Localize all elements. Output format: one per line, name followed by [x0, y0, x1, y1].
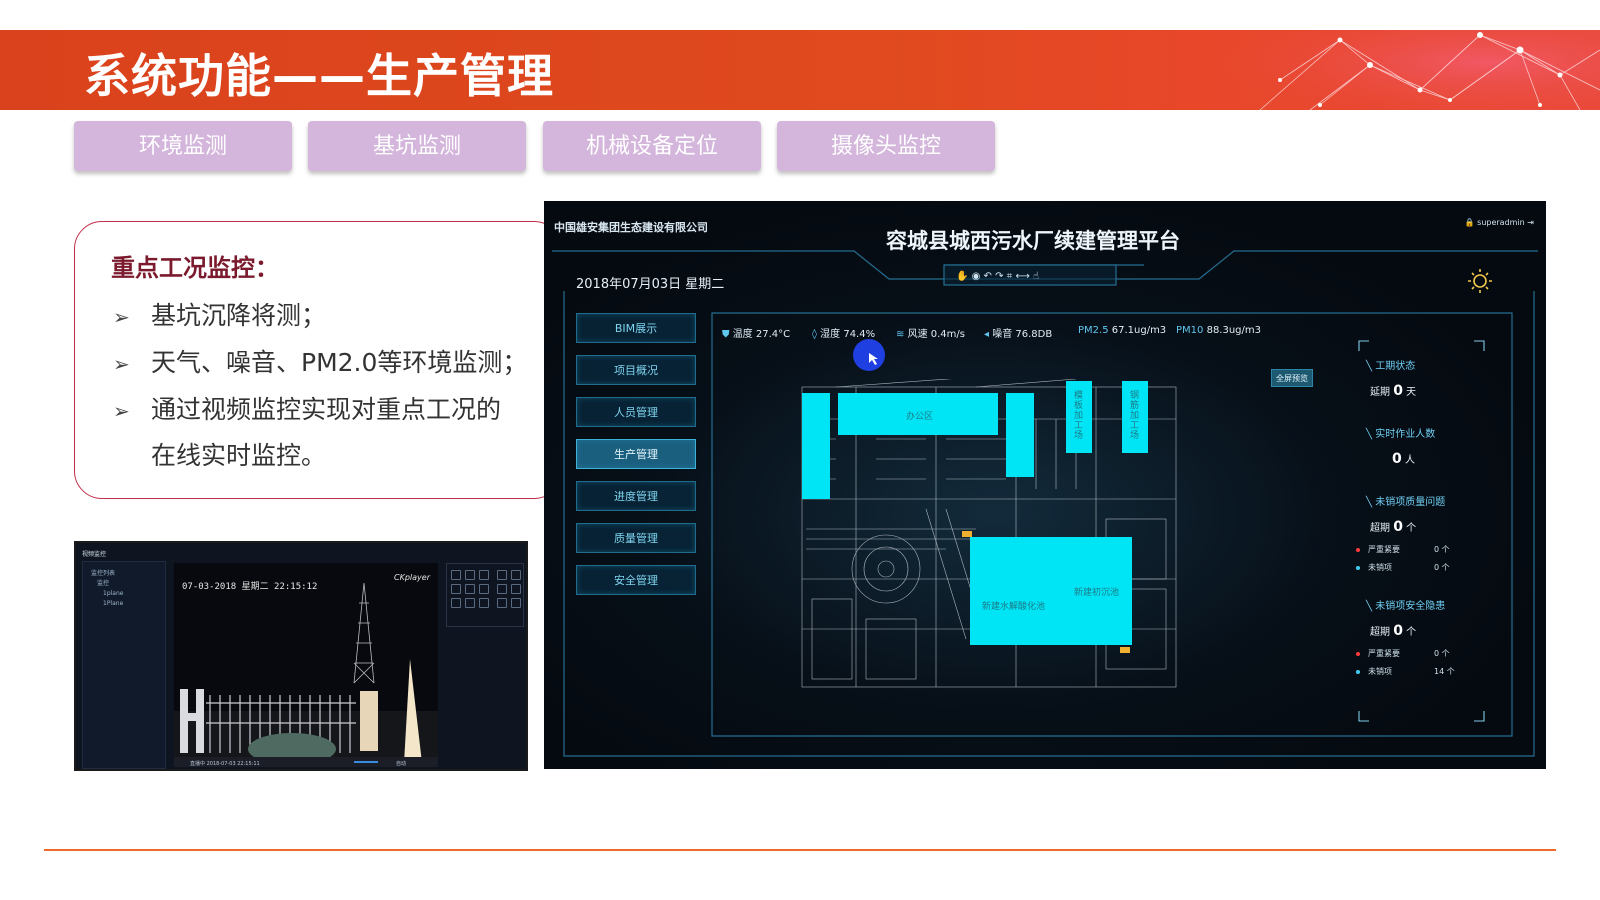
schedule-status-title: ╲ 工期状态	[1366, 361, 1416, 372]
arrow-icon: ➢	[113, 352, 130, 376]
hydrolysis-pool-label: 新建水解酸化池	[982, 602, 1046, 612]
quality-row-open: 未销项 0 个	[1356, 562, 1456, 573]
cyan-dot-icon	[1356, 565, 1360, 570]
iris-button[interactable]	[511, 598, 521, 608]
ptz-button[interactable]	[479, 598, 489, 608]
auto-quality: 自动	[396, 760, 406, 767]
ptz-button[interactable]	[451, 584, 461, 594]
ptz-button[interactable]	[479, 570, 489, 580]
tree-root[interactable]: 监控列表	[91, 568, 115, 577]
menu-progress[interactable]: 进度管理	[576, 481, 696, 511]
menu-safety[interactable]: 安全管理	[576, 565, 696, 595]
menu-project-overview[interactable]: 项目概况	[576, 355, 696, 385]
platform-title: 容城县城西污水厂续建管理平台	[886, 229, 1180, 253]
wind-icon: ≋	[896, 329, 905, 340]
thermometer-icon: ⛊	[722, 329, 730, 340]
schedule-delay: 延期 0 天	[1370, 383, 1417, 399]
tab-camera-monitoring[interactable]: 摄像头监控	[777, 121, 995, 171]
site-plan-map[interactable]: 办公区 模板加工场 钢筋加工场 新建水解酸化池 新建初沉池	[776, 379, 1186, 695]
stream-status: 直播中 2018-07-03 22:15:11	[190, 760, 260, 767]
video-monitor-screenshot: 视频监控 监控列表 监控 1plane 1Plane 07-03-2018 星期…	[74, 541, 528, 771]
zoom-button[interactable]	[497, 570, 507, 580]
ptz-button[interactable]	[465, 598, 475, 608]
user-account[interactable]: 🔒 superadmin ⇥	[1465, 218, 1534, 227]
env-pm10: PM10 88.3ug/m3	[1176, 325, 1262, 336]
building-block[interactable]	[802, 393, 830, 499]
weather-sun-icon	[1462, 269, 1490, 295]
video-device-tree: 监控列表 监控 1plane 1Plane	[82, 561, 166, 769]
building-block[interactable]	[1006, 393, 1034, 477]
arrow-icon: ➢	[113, 399, 130, 423]
card-title: 重点工况监控：	[111, 254, 279, 282]
machine-marker[interactable]	[962, 531, 972, 537]
menu-quality[interactable]: 质量管理	[576, 523, 696, 553]
slide: 系统功能——生产管理 环境监测 基坑监测 机械设备定位 摄像头监控 重点工况监控…	[0, 0, 1600, 900]
ptz-button[interactable]	[451, 570, 461, 580]
bullet-item: ➢ 天气、噪音、PM2.0等环境监测；	[113, 348, 528, 377]
cyan-dot-icon	[1356, 669, 1360, 674]
red-dot-icon	[1356, 547, 1360, 552]
ptz-control-pad	[446, 563, 524, 627]
video-player[interactable]: 07-03-2018 星期二 22:15:12 CKplayer 直播中 201…	[174, 563, 438, 767]
current-date: 2018年07月03日 星期二	[576, 277, 725, 292]
bullet-continuation: 在线实时监控。	[151, 441, 327, 470]
env-wind: ≋ 风速 0.4m/s	[896, 329, 965, 340]
red-dot-icon	[1356, 651, 1360, 656]
feature-card: 重点工况监控： ➢ 基坑沉降将测； ➢ 天气、噪音、PM2.0等环境监测； ➢ 通过视…	[74, 221, 562, 499]
env-pm25: PM2.5 67.1ug/m3	[1078, 325, 1167, 336]
menu-bim[interactable]: BIM展示	[576, 313, 696, 343]
video-panel-title: 视频监控	[82, 551, 107, 558]
header-banner: 系统功能——生产管理	[0, 30, 1600, 110]
svg-text:✋ ◉ ↶ ↷ ⌗ ⟷ ☝: ✋ ◉ ↶ ↷ ⌗ ⟷ ☝	[956, 269, 1039, 282]
network-globe-graphic	[1220, 30, 1600, 110]
footer-divider	[44, 849, 1556, 851]
env-noise: ◂ 噪音 76.8DB	[984, 329, 1053, 340]
tree-node[interactable]: 监控	[97, 578, 109, 587]
focus-button[interactable]	[511, 584, 521, 594]
tree-node[interactable]: 1plane	[103, 590, 123, 597]
workers-title: ╲ 实时作业人数	[1366, 429, 1436, 440]
ptz-button[interactable]	[465, 570, 475, 580]
rebar-shop-label: 钢筋加工场	[1130, 391, 1140, 441]
player-brand: CKplayer	[394, 573, 431, 582]
fullscreen-preview-button[interactable]: 全屏预览	[1271, 369, 1313, 387]
menu-production[interactable]: 生产管理	[576, 439, 696, 469]
arrow-icon: ➢	[113, 305, 130, 329]
tree-node[interactable]: 1Plane	[103, 600, 123, 607]
video-timestamp: 07-03-2018 星期二 22:15:12	[182, 581, 317, 592]
office-area-label: 办公区	[906, 412, 934, 422]
safety-row-critical: 严重紧要 0 个	[1356, 648, 1456, 659]
focus-button[interactable]	[497, 584, 507, 594]
formwork-shop-label: 模板加工场	[1074, 391, 1084, 441]
bullet-item: ➢ 基坑沉降将测；	[113, 301, 327, 330]
page-title: 系统功能——生产管理	[84, 49, 554, 103]
droplet-icon: ◊	[812, 329, 817, 340]
night-scene-image: 07-03-2018 星期二 22:15:12 CKplayer 直播中 201…	[174, 563, 438, 767]
machine-marker[interactable]	[1120, 647, 1130, 653]
speaker-icon: ◂	[984, 329, 990, 340]
env-temperature: ⛊ 温度 27.4°C	[722, 329, 791, 340]
tab-equipment-location[interactable]: 机械设备定位	[543, 121, 761, 171]
tab-pit-monitoring[interactable]: 基坑监测	[308, 121, 526, 171]
iris-button[interactable]	[497, 598, 507, 608]
safety-overdue: 超期 0 个	[1370, 623, 1417, 639]
ptz-button[interactable]	[451, 598, 461, 608]
bullet-item: ➢ 通过视频监控实现对重点工况的	[113, 395, 502, 424]
ptz-button[interactable]	[465, 584, 475, 594]
zoom-button[interactable]	[511, 570, 521, 580]
primary-sedimentation-label: 新建初沉池	[1074, 588, 1120, 598]
quality-overdue: 超期 0 个	[1370, 519, 1417, 535]
quality-row-critical: 严重紧要 0 个	[1356, 544, 1456, 555]
env-humidity: ◊ 湿度 74.4%	[812, 329, 876, 340]
safety-hazards-title: ╲ 未销项安全隐患	[1366, 601, 1446, 612]
quality-issues-title: ╲ 未销项质量问题	[1366, 497, 1446, 508]
menu-personnel[interactable]: 人员管理	[576, 397, 696, 427]
company-name: 中国雄安集团生态建设有限公司	[554, 221, 708, 234]
dashboard-screenshot: ✋ ◉ ↶ ↷ ⌗ ⟷ ☝ 中国雄安集团生态建设有限公司 容城县城西污水厂续建管…	[544, 201, 1546, 769]
ptz-button[interactable]	[479, 584, 489, 594]
workers-count: 0 人	[1392, 451, 1415, 467]
tab-env-monitoring[interactable]: 环境监测	[74, 121, 292, 171]
safety-row-open: 未销项 14 个	[1356, 666, 1456, 677]
